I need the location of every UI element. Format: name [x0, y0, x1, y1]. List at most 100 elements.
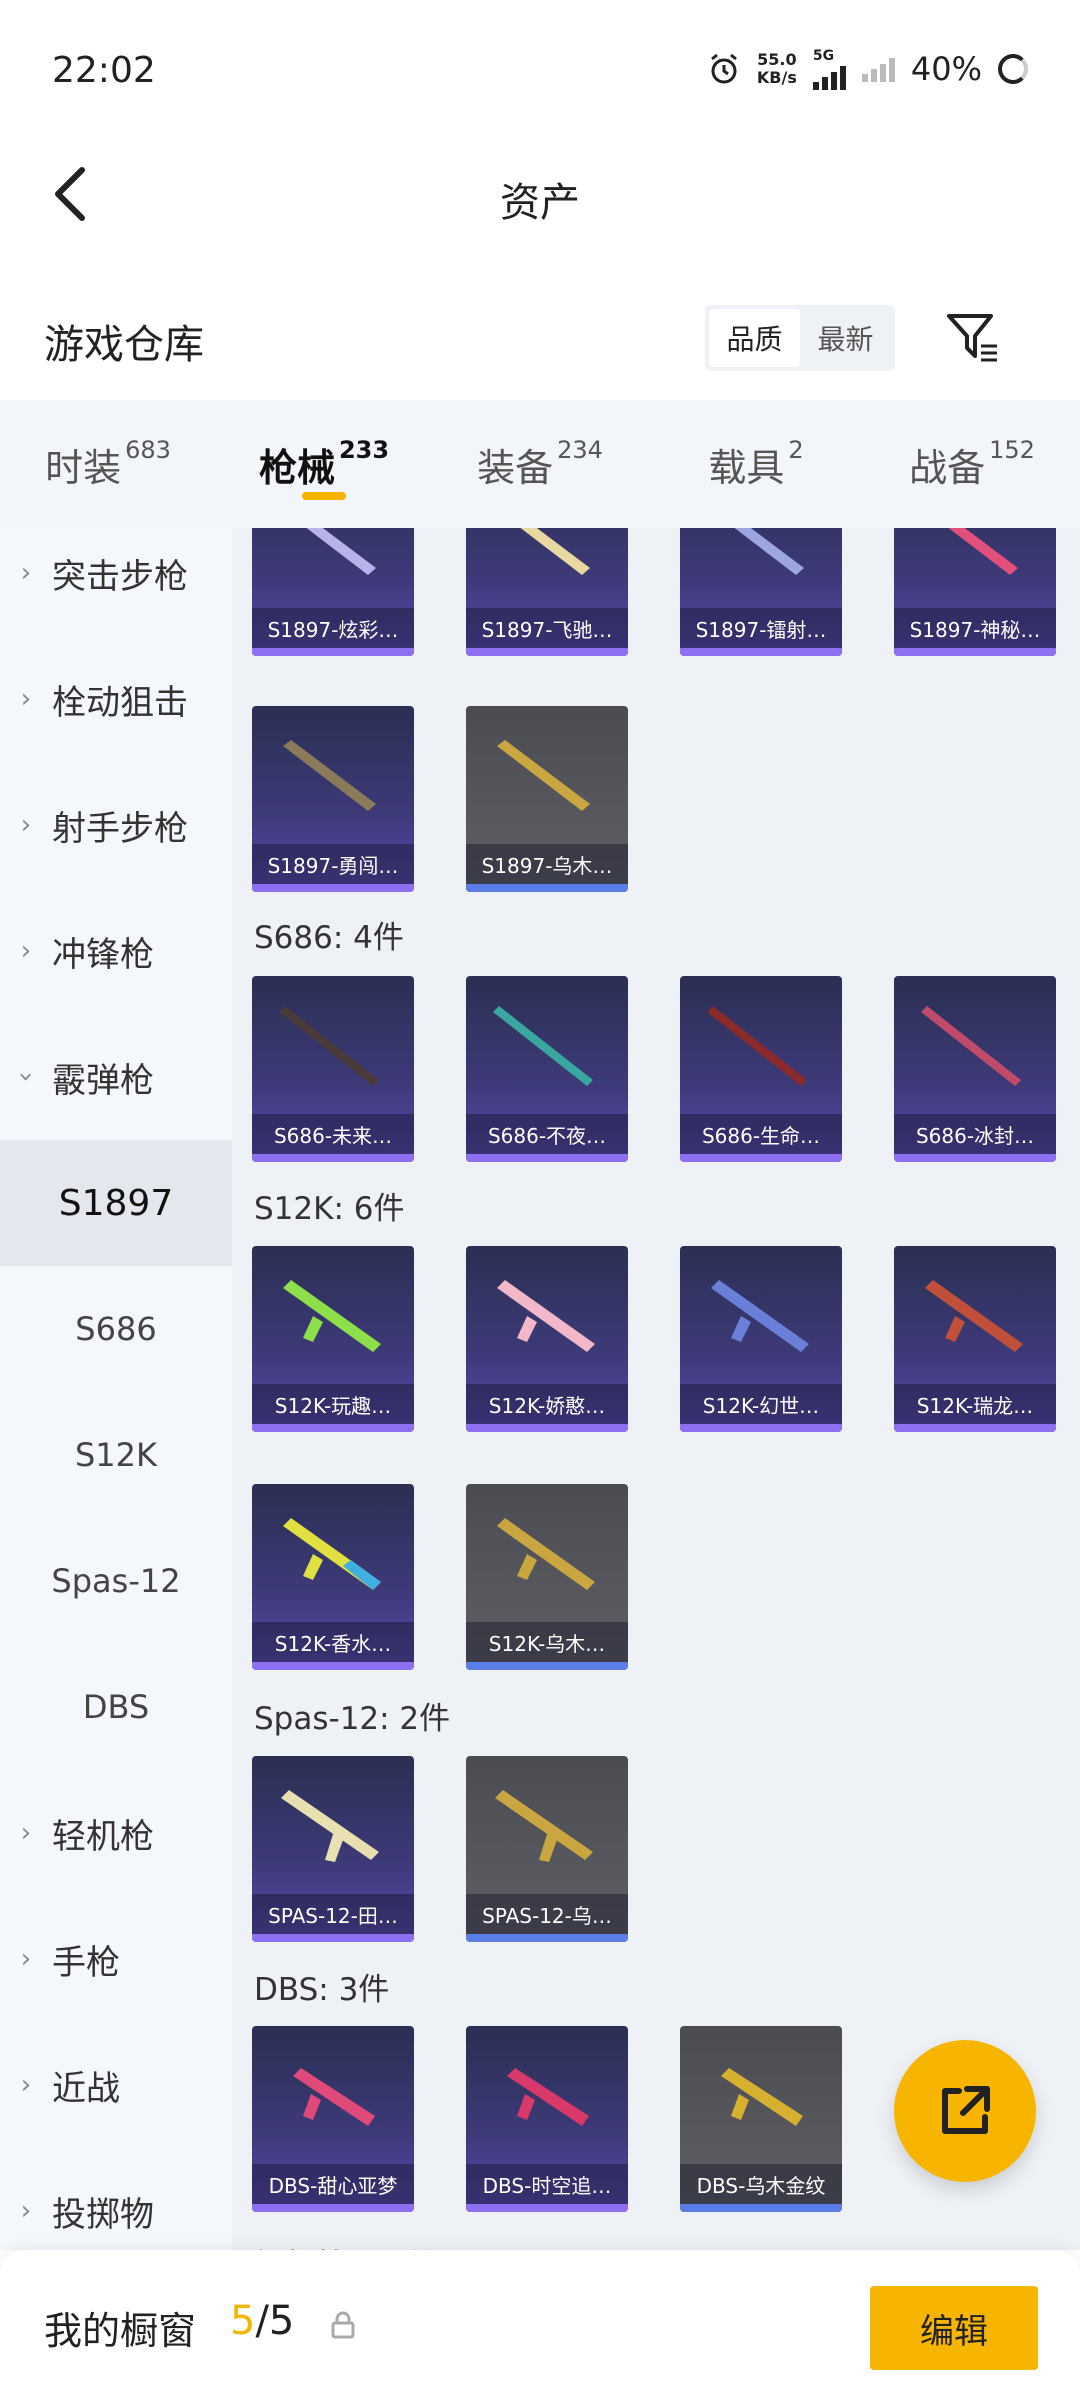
signal-bars-icon — [812, 64, 846, 90]
share-button[interactable] — [894, 2040, 1036, 2182]
rarity-strip — [466, 648, 628, 656]
sort-toggle: 品质 最新 — [705, 305, 895, 371]
signal-bars-sim2-icon — [861, 56, 895, 82]
sidebar-item-label: 手枪 — [52, 1942, 120, 1983]
weapon-card[interactable]: S1897-乌木… — [466, 706, 628, 892]
rarity-strip — [894, 1154, 1056, 1162]
rifle-skin-icon — [711, 1280, 809, 1352]
weapon-card[interactable]: DBS-甜心亚梦 — [252, 2026, 414, 2212]
chevron-down-icon: › — [11, 1071, 41, 1083]
showcase-count-current: 5 — [230, 2298, 256, 2344]
sidebar-item-lmg[interactable]: › 轻机枪 — [0, 1770, 232, 1896]
rarity-strip — [252, 884, 414, 892]
alarm-icon — [710, 53, 737, 84]
sidebar-item-throwable[interactable]: › 投掷物 — [0, 2148, 232, 2250]
weapon-card[interactable]: S686-不夜… — [466, 976, 628, 1162]
chevron-right-icon: › — [20, 1944, 32, 1974]
sidebar-item-label: 轻机枪 — [52, 1816, 154, 1857]
weapon-card[interactable]: S12K-幻世… — [680, 1246, 842, 1432]
weapon-card-label: DBS-时空追… — [466, 2164, 628, 2204]
category-tabs: 时装 683 枪械 233 装备 234 载具 2 战备 152 — [0, 400, 1080, 528]
rifle-skin-icon — [497, 1280, 595, 1352]
weapon-card[interactable]: S1897-勇闯… — [252, 706, 414, 892]
weapon-card[interactable]: S686-未来… — [252, 976, 414, 1162]
group-title-spas12: Spas-12: 2件 — [254, 1701, 451, 1737]
weapon-card[interactable]: S12K-玩趣… — [252, 1246, 414, 1432]
tab-vehicles[interactable]: 载具 2 — [648, 400, 864, 528]
rarity-strip — [466, 1424, 628, 1432]
weapon-card[interactable]: SPAS-12-田… — [252, 1756, 414, 1942]
sidebar-sub-spas12[interactable]: Spas-12 — [0, 1518, 232, 1644]
sidebar-sub-s1897[interactable]: S1897 — [0, 1140, 232, 1266]
tab-count: 2 — [788, 436, 804, 464]
sidebar-sub-s12k[interactable]: S12K — [0, 1392, 232, 1518]
sidebar-item-label: 突击步枪 — [52, 556, 188, 597]
tab-count: 233 — [338, 436, 390, 464]
tab-label: 装备 — [477, 445, 554, 490]
sidebar-item-bolt-sniper[interactable]: › 栓动狙击 — [0, 636, 232, 762]
chevron-right-icon: › — [20, 810, 32, 840]
network-speed-value: 55.0 — [757, 50, 797, 69]
warehouse-bar: 游戏仓库 品质 最新 — [0, 290, 1080, 390]
rifle-skin-icon — [925, 1280, 1023, 1352]
weapon-card[interactable]: S1897-炫彩… — [252, 528, 414, 656]
rarity-strip — [252, 1934, 414, 1942]
weapon-card-label: S686-未来… — [252, 1114, 414, 1154]
filter-icon — [947, 314, 997, 362]
sidebar-item-label: 投掷物 — [52, 2194, 154, 2235]
weapon-card[interactable]: S1897-镭射… — [680, 528, 842, 656]
weapon-card-label: S12K-香水… — [252, 1622, 414, 1662]
share-icon — [942, 2086, 990, 2134]
sidebar-item-pistol[interactable]: › 手枪 — [0, 1896, 232, 2022]
rarity-strip — [680, 2204, 842, 2212]
tab-label: 战备 — [909, 445, 986, 490]
weapon-card-label: S12K-玩趣… — [252, 1384, 414, 1424]
weapon-card-label: S1897-飞驰… — [466, 608, 628, 648]
sidebar-item-shotgun[interactable]: › 霰弹枪 — [0, 1014, 232, 1140]
sidebar-sub-s686[interactable]: S686 — [0, 1266, 232, 1392]
network-speed-unit: KB/s — [756, 68, 797, 87]
sidebar-sub-dbs[interactable]: DBS — [0, 1644, 232, 1770]
sidebar-item-assault-rifle[interactable]: › 突击步枪 — [0, 528, 232, 636]
weapon-card-label: S1897-镭射… — [680, 608, 842, 648]
rarity-strip — [894, 648, 1056, 656]
rarity-strip — [466, 1662, 628, 1670]
status-time: 22:02 — [52, 50, 156, 91]
tab-equipment[interactable]: 装备 234 — [432, 400, 648, 528]
sidebar-item-smg[interactable]: › 冲锋枪 — [0, 888, 232, 1014]
battery-percent: 40% — [910, 50, 982, 88]
status-bar: 22:02 55.0 KB/s 5G 40% — [0, 0, 1080, 140]
weapon-card[interactable]: S686-冰封… — [894, 976, 1056, 1162]
weapon-card[interactable]: S1897-飞驰… — [466, 528, 628, 656]
weapon-category-sidebar: › 突击步枪 › 栓动狙击 › 射手步枪 › 冲锋枪 › 霰弹枪 S1897 S686 S… — [0, 528, 232, 2250]
weapon-card[interactable]: S686-生命… — [680, 976, 842, 1162]
rarity-strip — [252, 2204, 414, 2212]
rifle-skin-icon — [497, 1518, 595, 1590]
sort-newest-option[interactable]: 最新 — [800, 309, 891, 367]
chevron-right-icon: › — [20, 1818, 32, 1848]
weapon-card[interactable]: S12K-娇憨… — [466, 1246, 628, 1432]
rifle-skin-icon — [283, 1518, 381, 1590]
tab-supplies[interactable]: 战备 152 — [864, 400, 1080, 528]
edit-button[interactable]: 编辑 — [870, 2286, 1038, 2370]
weapon-card[interactable]: DBS-时空追… — [466, 2026, 628, 2212]
weapon-card-label: S1897-神秘… — [894, 608, 1056, 648]
weapon-card[interactable]: S12K-瑞龙… — [894, 1246, 1056, 1432]
sidebar-item-marksman[interactable]: › 射手步枪 — [0, 762, 232, 888]
weapon-card[interactable]: DBS-乌木金纹 — [680, 2026, 842, 2212]
group-title-lmg: 轻机枪: 14件 — [254, 2240, 438, 2250]
weapon-card[interactable]: S12K-乌木… — [466, 1484, 628, 1670]
weapon-card[interactable]: S12K-香水… — [252, 1484, 414, 1670]
sidebar-item-melee[interactable]: › 近战 — [0, 2022, 232, 2148]
tab-weapons[interactable]: 枪械 233 — [216, 400, 432, 528]
tab-fashion[interactable]: 时装 683 — [0, 400, 216, 528]
header: 资产 — [0, 140, 1080, 250]
weapon-card[interactable]: SPAS-12-乌… — [466, 1756, 628, 1942]
rarity-strip — [466, 2204, 628, 2212]
weapon-card[interactable]: S1897-神秘… — [894, 528, 1056, 656]
weapon-card-label: DBS-甜心亚梦 — [252, 2164, 414, 2204]
sidebar-item-label: 霰弹枪 — [52, 1060, 154, 1101]
sort-quality-option[interactable]: 品质 — [709, 309, 800, 367]
filter-button[interactable] — [940, 305, 1006, 371]
weapon-card-label: S1897-乌木… — [466, 844, 628, 884]
